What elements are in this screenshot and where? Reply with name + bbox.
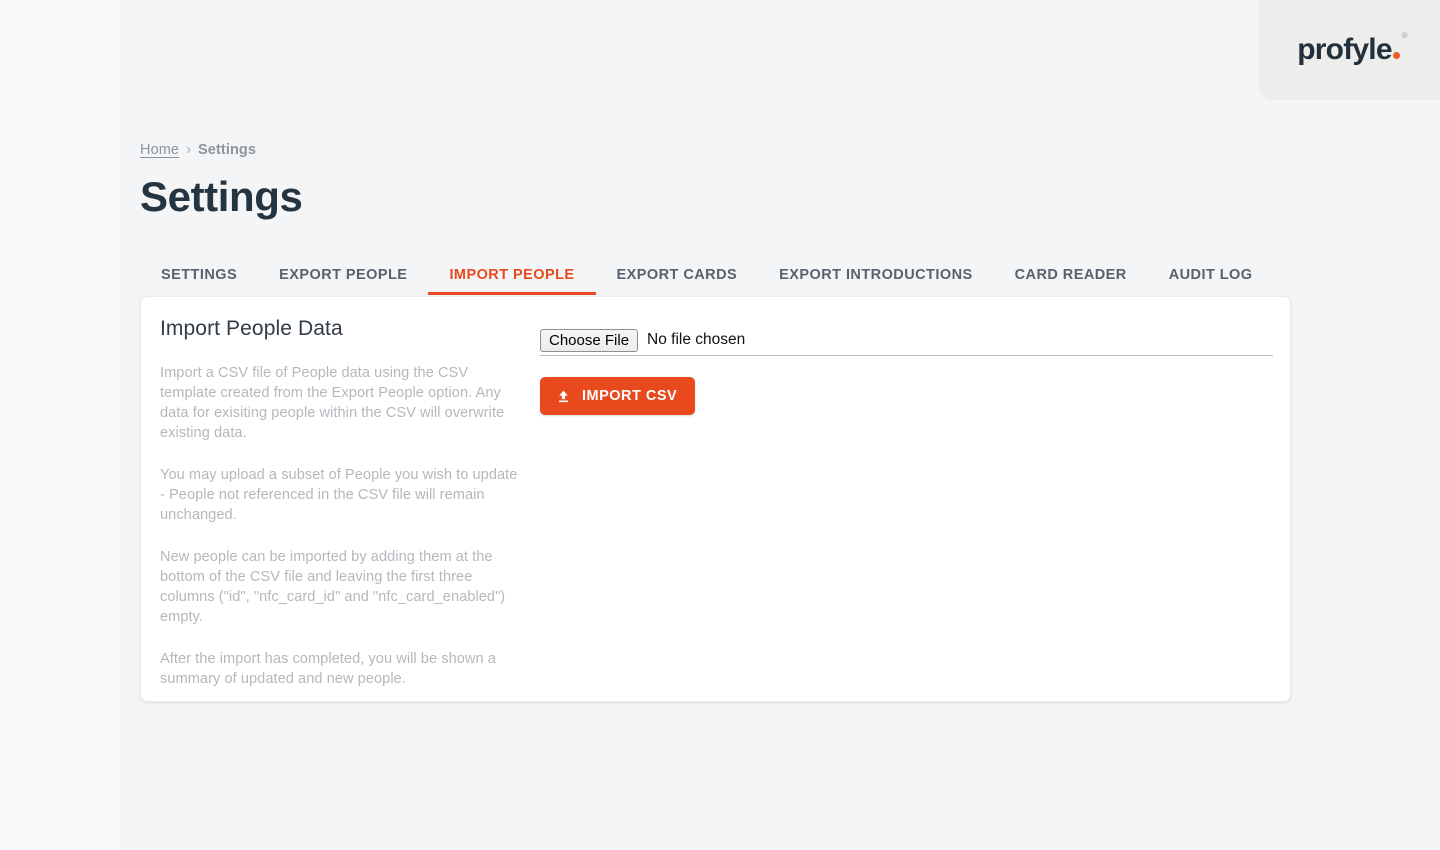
import-csv-button-label: IMPORT CSV xyxy=(582,388,678,404)
choose-file-button[interactable]: Choose File xyxy=(540,328,639,352)
import-csv-button[interactable]: IMPORT CSV xyxy=(540,377,696,415)
page-root: profyle ® Home › Settings Settings SETTING… xyxy=(0,0,1440,850)
upload-icon xyxy=(556,389,571,404)
card-paragraph-4: After the import has completed, you will… xyxy=(160,651,496,687)
tab-export-introductions[interactable]: EXPORT INTRODUCTIONS xyxy=(758,256,993,294)
brand-name: profyle xyxy=(1297,33,1392,66)
card-paragraph-1: Import a CSV file of People data using t… xyxy=(160,365,505,441)
tab-export-cards[interactable]: EXPORT CARDS xyxy=(596,256,759,294)
registered-trademark-icon: ® xyxy=(1401,31,1408,40)
card-heading: Import People Data xyxy=(160,317,343,340)
breadcrumb: Home › Settings xyxy=(140,142,256,158)
card-description-column: Import People Data Import a CSV file of … xyxy=(160,317,520,689)
tab-settings[interactable]: SETTINGS xyxy=(140,256,258,294)
breadcrumb-link-home[interactable]: Home xyxy=(140,142,179,158)
tab-audit-log[interactable]: AUDIT LOG xyxy=(1148,256,1274,294)
csv-file-input[interactable]: Choose File No file chosen xyxy=(540,325,1273,356)
brand-logo: profyle ® xyxy=(1297,32,1407,66)
breadcrumb-current-settings: Settings xyxy=(198,142,257,158)
brand-logo-panel[interactable]: profyle ® xyxy=(1259,0,1440,100)
file-name-status: No file chosen xyxy=(647,331,746,348)
card-paragraph-2: You may upload a subset of People you wi… xyxy=(160,467,518,523)
brand-dot-icon xyxy=(1392,52,1400,59)
tab-import-people[interactable]: IMPORT PEOPLE xyxy=(428,256,596,295)
tab-bar: SETTINGS EXPORT PEOPLE IMPORT PEOPLE EXP… xyxy=(140,256,1274,295)
import-people-card: Import People Data Import a CSV file of … xyxy=(140,296,1291,702)
card-form-column: Choose File No file chosen IMPORT CSV xyxy=(540,325,1273,415)
tab-export-people[interactable]: EXPORT PEOPLE xyxy=(258,256,428,294)
left-rail xyxy=(0,0,120,850)
breadcrumb-separator-icon: › xyxy=(186,142,192,158)
tab-card-reader[interactable]: CARD READER xyxy=(994,256,1148,294)
card-paragraph-3: New people can be imported by adding the… xyxy=(160,549,506,625)
page-title: Settings xyxy=(140,173,303,220)
file-input-control[interactable]: Choose File No file chosen xyxy=(540,328,746,352)
